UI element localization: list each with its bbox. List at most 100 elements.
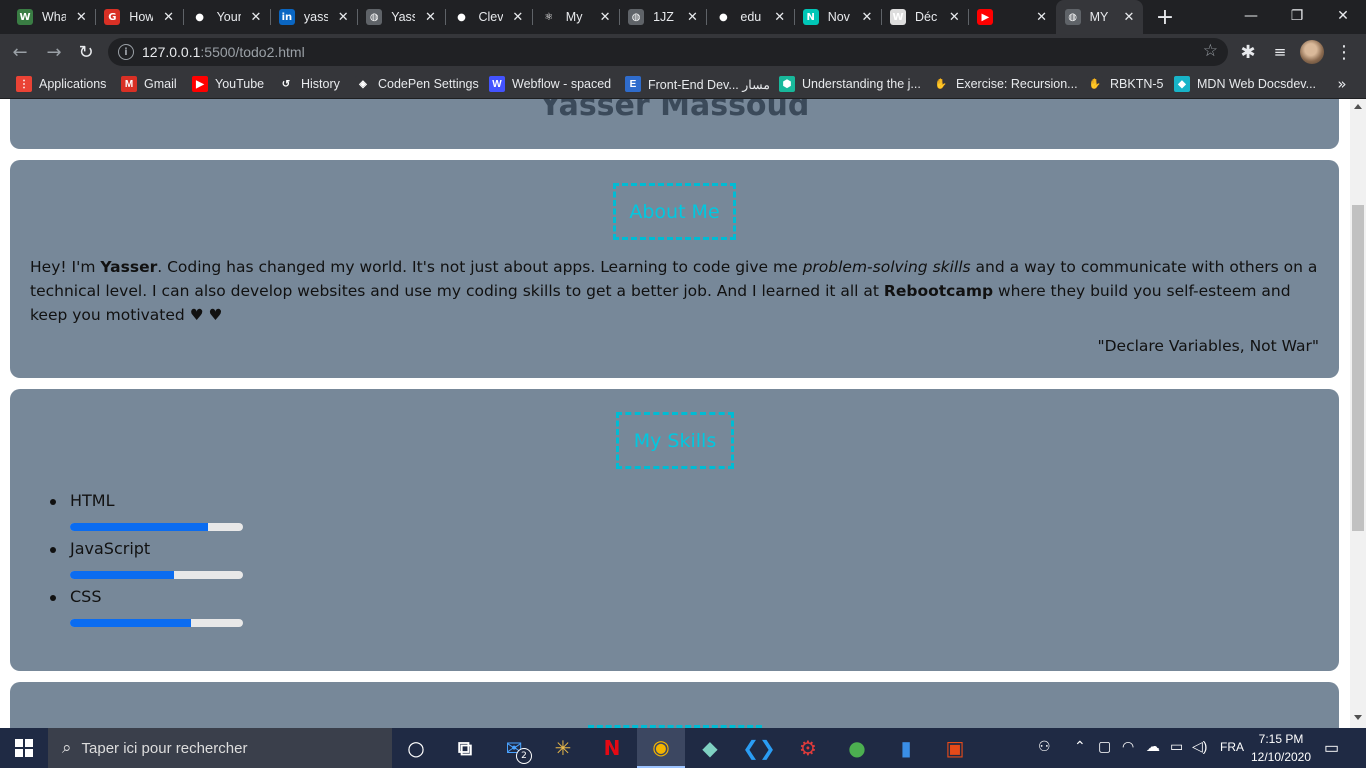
- cloud-icon[interactable]: ☁: [1146, 738, 1160, 755]
- quote-text: "Declare Variables, Not War": [1097, 337, 1319, 355]
- close-tab-icon[interactable]: ✕: [859, 9, 875, 25]
- gitkraken-icon[interactable]: ◆: [686, 728, 734, 768]
- tab-12[interactable]: ◍ MY ✕: [1055, 0, 1143, 34]
- about-heading: About Me: [613, 183, 736, 240]
- mongodb-icon-glyph: ●: [848, 736, 866, 760]
- site-info-icon[interactable]: i: [118, 44, 134, 60]
- bookmark-2[interactable]: ▶ YouTube: [192, 75, 264, 93]
- back-icon[interactable]: ←: [8, 40, 32, 64]
- bookmark-8[interactable]: ✋ Exercise: Recursion...: [933, 75, 1078, 93]
- close-tab-icon[interactable]: ✕: [597, 9, 613, 25]
- chrome-icon[interactable]: ◉: [637, 728, 685, 768]
- people-icon[interactable]: ⚇: [1038, 738, 1051, 755]
- mail-icon[interactable]: ✉ 2: [490, 728, 538, 768]
- battery-icon[interactable]: ▭: [1170, 738, 1183, 755]
- scroll-down-arrow-icon[interactable]: [1354, 715, 1362, 720]
- tab-2[interactable]: ● Your ✕: [183, 0, 270, 34]
- profile-avatar[interactable]: [1300, 40, 1324, 64]
- taskbar-search[interactable]: ⌕ Taper ici pour rechercher: [48, 728, 392, 768]
- globe-icon: ◍: [628, 9, 645, 25]
- menu-kebab-icon[interactable]: ⋮: [1332, 40, 1356, 64]
- office-icon[interactable]: ▣: [931, 728, 979, 768]
- wikipedia-icon: W: [890, 9, 906, 25]
- tab-5[interactable]: ● Clever ✕: [445, 0, 532, 34]
- clock[interactable]: 7:15 PM 12/10/2020: [1244, 730, 1318, 766]
- close-tab-icon[interactable]: ✕: [335, 9, 351, 25]
- more-bookmarks-icon[interactable]: »: [1330, 72, 1354, 96]
- slack-icon[interactable]: ✳: [539, 728, 587, 768]
- tab-title: How: [129, 10, 154, 24]
- url-text[interactable]: 127.0.0.1:5500/todo2.html: [142, 44, 305, 60]
- skill-progress-fill: [70, 523, 209, 531]
- close-tab-icon[interactable]: ✕: [684, 9, 700, 25]
- close-tab-icon[interactable]: ✕: [422, 9, 438, 25]
- skills-heading: My Skills: [616, 412, 734, 469]
- tab-title: Clever: [478, 10, 503, 24]
- bookmark-4[interactable]: ◈ CodePen Settings: [355, 75, 479, 93]
- bookmark-1[interactable]: M Gmail: [121, 75, 177, 93]
- minimize-button[interactable]: —: [1228, 0, 1274, 32]
- language-indicator[interactable]: FRA: [1220, 740, 1244, 754]
- bookmarks-bar: » ⋮ Applications M Gmail ▶ YouTube ↺ History ◈ Co…: [0, 70, 1366, 99]
- close-tab-icon[interactable]: ✕: [161, 9, 177, 25]
- bookmark-6[interactable]: E Front-End Dev... مسار: [625, 75, 770, 93]
- bookmark-3[interactable]: ↺ History: [278, 75, 340, 93]
- tab-8[interactable]: ● edu ✕: [706, 0, 793, 34]
- bookmark-10[interactable]: ◆ MDN Web Docsdev...: [1174, 75, 1316, 93]
- task-view-icon[interactable]: ⧉: [441, 728, 489, 768]
- new-tab-button[interactable]: +: [1152, 4, 1178, 30]
- page-scrollbar[interactable]: [1350, 99, 1366, 728]
- bookmark-9[interactable]: ✋ RBKTN-5: [1087, 75, 1163, 93]
- github-icon: ●: [453, 9, 470, 25]
- bookmark-5[interactable]: W Webflow - spaced: [489, 75, 611, 93]
- tab-1[interactable]: G How ✕: [95, 0, 182, 34]
- close-tab-icon[interactable]: ✕: [1121, 9, 1137, 25]
- notifications-icon[interactable]: ▭: [1324, 738, 1339, 758]
- bookmark-0[interactable]: ⋮ Applications: [16, 75, 106, 93]
- wifi-icon[interactable]: ◠: [1122, 738, 1134, 755]
- tab-title: Déc: [915, 10, 938, 24]
- tab-7[interactable]: ◍ 1JZ ✕: [619, 0, 706, 34]
- bookmark-star-icon[interactable]: ☆: [1203, 41, 1218, 61]
- close-tab-icon[interactable]: ✕: [772, 9, 788, 25]
- mongodb-icon[interactable]: ●: [833, 728, 881, 768]
- file-icon[interactable]: ▮: [882, 728, 930, 768]
- volume-icon[interactable]: ◁): [1192, 738, 1207, 755]
- tab-9[interactable]: N Nov ✕: [794, 0, 881, 34]
- address-bar[interactable]: i 127.0.0.1:5500/todo2.html ☆: [108, 38, 1228, 66]
- cortana-icon[interactable]: ○: [392, 728, 440, 768]
- close-tab-icon[interactable]: ✕: [1034, 9, 1050, 25]
- reload-icon[interactable]: ↻: [74, 40, 98, 64]
- close-tab-icon[interactable]: ✕: [946, 9, 962, 25]
- close-tab-icon[interactable]: ✕: [248, 9, 264, 25]
- tab-title: Your: [216, 10, 241, 24]
- close-tab-icon[interactable]: ✕: [73, 9, 89, 25]
- app-icon[interactable]: ⚙: [784, 728, 832, 768]
- meet-now-icon[interactable]: ▢: [1098, 738, 1111, 755]
- start-button[interactable]: [0, 728, 48, 768]
- skill-progress-fill: [70, 571, 174, 579]
- tab-0[interactable]: W WhatsApp ✕: [8, 0, 95, 34]
- tab-11[interactable]: ▶ ✕: [968, 0, 1055, 34]
- scroll-thumb[interactable]: [1352, 205, 1364, 531]
- netflix-icon[interactable]: N: [588, 728, 636, 768]
- scroll-up-arrow-icon[interactable]: [1354, 104, 1362, 109]
- close-tab-icon[interactable]: ✕: [510, 9, 526, 25]
- next-section-card: [10, 682, 1339, 728]
- extensions-icon[interactable]: ✱: [1236, 40, 1260, 64]
- windows-taskbar: ⌕ Taper ici pour rechercher ○ ⧉ ✉ 2 ✳ N ◉ ◆ ❮❯ ⚙ ●…: [0, 728, 1366, 768]
- tab-3[interactable]: in yasser ✕: [270, 0, 357, 34]
- media-control-icon[interactable]: ≡: [1268, 40, 1292, 64]
- vscode-icon[interactable]: ❮❯: [735, 728, 783, 768]
- bookmark-7[interactable]: ⬢ Understanding the j...: [779, 75, 921, 93]
- tab-separator: [269, 9, 271, 25]
- tab-10[interactable]: W Déc ✕: [881, 0, 968, 34]
- restore-button[interactable]: ❐: [1274, 0, 1320, 32]
- tab-4[interactable]: ◍ Yasser ✕: [357, 0, 444, 34]
- skill-name: JavaScript: [49, 539, 151, 558]
- tab-title: yasser: [303, 10, 328, 24]
- close-window-button[interactable]: ✕: [1320, 0, 1366, 32]
- show-hidden-icons[interactable]: ⌃: [1074, 738, 1086, 755]
- forward-icon[interactable]: →: [42, 40, 66, 64]
- tab-6[interactable]: ⚛ My ✕: [532, 0, 619, 34]
